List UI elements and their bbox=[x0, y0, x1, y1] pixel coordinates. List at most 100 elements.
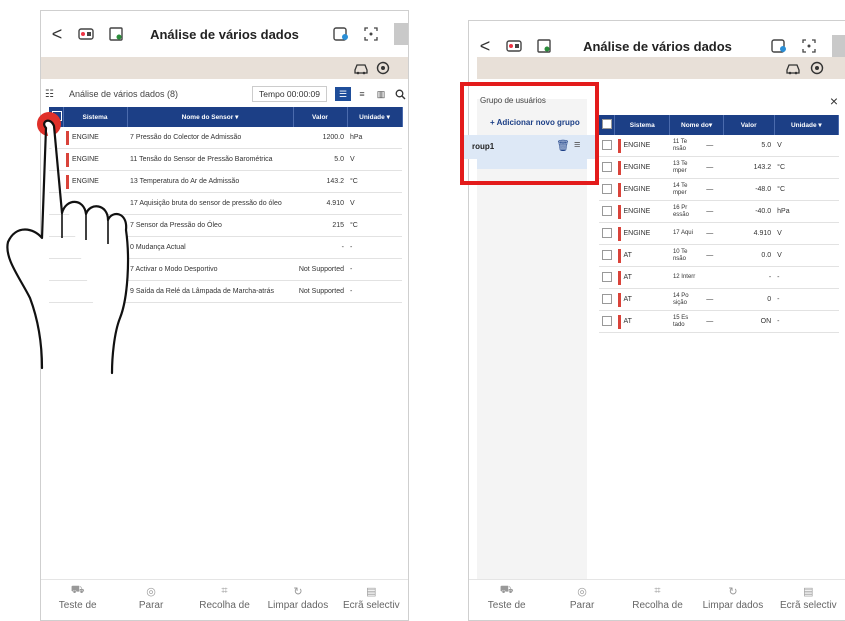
system-cell: ENGINE bbox=[614, 156, 670, 179]
screenshot-icon[interactable] bbox=[360, 24, 382, 44]
settings-icon[interactable] bbox=[809, 60, 825, 76]
nav-label: Limpar dados bbox=[267, 600, 329, 611]
table-row[interactable]: ENGINE 11 Te nsão —5.0 V bbox=[599, 135, 839, 157]
nav-label: Teste de bbox=[58, 600, 97, 611]
system-name: ENGINE bbox=[623, 142, 651, 149]
device-connect-icon[interactable] bbox=[105, 24, 127, 44]
timer-display: Tempo 00:00:09 bbox=[252, 86, 327, 102]
sensor-name-cell: 7 Activar o Modo Desportivo bbox=[127, 258, 293, 281]
column-header[interactable]: Unidade ▾ bbox=[347, 107, 403, 127]
row-checkbox[interactable] bbox=[599, 244, 615, 267]
data-count-label: Análise de vários dados (8) bbox=[69, 89, 179, 99]
nav-button[interactable]: ▤ Ecrã selectiv bbox=[335, 580, 408, 620]
data-toolbar: ☷ Análise de vários dados (8) Tempo 00:0… bbox=[41, 83, 408, 105]
column-header[interactable]: Valor bbox=[723, 115, 775, 135]
list-settings-icon[interactable]: ☷ bbox=[45, 89, 61, 100]
system-name: AT bbox=[623, 318, 632, 325]
column-header[interactable]: Valor bbox=[293, 107, 348, 127]
stop-icon: ◎ bbox=[577, 585, 587, 598]
system-cell: AT bbox=[614, 244, 670, 267]
delete-icon[interactable]: 🗑 bbox=[556, 139, 570, 152]
car-icon[interactable] bbox=[785, 60, 801, 76]
column-header[interactable]: Unidade ▾ bbox=[774, 115, 840, 135]
search-icon[interactable] bbox=[392, 87, 408, 101]
nav-button[interactable]: ⛟ Teste de bbox=[469, 580, 544, 620]
value-cell: -48.0 bbox=[723, 178, 775, 201]
back-button[interactable]: < bbox=[475, 36, 495, 57]
screen-select-icon: ▤ bbox=[803, 585, 814, 598]
value-cell: 5.0 bbox=[723, 135, 775, 157]
table-row[interactable]: AT 10 Te nsão —0.0 V bbox=[599, 244, 839, 267]
add-group-button[interactable]: + Adicionar novo grupo bbox=[490, 118, 580, 127]
back-button[interactable]: < bbox=[47, 24, 67, 45]
unit-cell: - bbox=[774, 288, 839, 311]
table-row[interactable]: ENGINE 13 Te mper —143.2 °C bbox=[599, 156, 839, 179]
table-row[interactable]: ENGINE 17 Aqui —4.910 V bbox=[599, 222, 839, 245]
table-row[interactable]: ENGINE 16 Pr essão — -40.0 hPa bbox=[599, 200, 839, 223]
column-header[interactable]: Nome do▾ bbox=[669, 115, 724, 135]
filter-icon[interactable]: ≡ bbox=[354, 87, 370, 101]
row-checkbox[interactable] bbox=[599, 200, 615, 223]
row-checkbox[interactable] bbox=[599, 178, 615, 201]
table-row[interactable]: AT 15 Es tado — ON - bbox=[599, 310, 839, 333]
table-row[interactable]: ENGINE 14 Te mper — -48.0 °C bbox=[599, 178, 839, 201]
nav-button[interactable]: ◎ Parar bbox=[544, 580, 619, 620]
system-cell: AT bbox=[614, 288, 670, 311]
info-icon[interactable] bbox=[330, 24, 352, 44]
select-all-checkbox[interactable] bbox=[599, 115, 616, 135]
device-connect-icon[interactable] bbox=[533, 36, 555, 56]
nav-button[interactable]: ⛟ Teste de bbox=[41, 580, 114, 620]
nav-button[interactable]: ◎ Parar bbox=[114, 580, 187, 620]
action-strip bbox=[41, 57, 408, 79]
vehicle-diagnostic-icon[interactable] bbox=[75, 24, 97, 44]
value-cell: 4.910 bbox=[293, 192, 347, 215]
row-checkbox[interactable] bbox=[599, 222, 615, 245]
unit-cell: V bbox=[774, 222, 839, 245]
value-cell: 1200.0 bbox=[293, 127, 347, 149]
scroll-handle[interactable] bbox=[394, 23, 408, 45]
column-header[interactable]: Nome do Sensor ▾ bbox=[127, 107, 294, 127]
table-row[interactable]: AT 12 Interr - - bbox=[599, 266, 839, 289]
car-icon[interactable] bbox=[353, 60, 369, 76]
row-checkbox[interactable] bbox=[599, 156, 615, 179]
nav-button[interactable]: ▤ Ecrã selectiv bbox=[771, 580, 845, 620]
highlight-box: Grupo de usuários + Adicionar novo grupo… bbox=[460, 82, 599, 185]
dash-cell: — bbox=[703, 222, 724, 245]
system-name: ENGINE bbox=[623, 230, 651, 237]
nav-button[interactable]: ↻ Limpar dados bbox=[695, 580, 770, 620]
row-checkbox[interactable] bbox=[599, 135, 615, 157]
dash-cell: — bbox=[703, 288, 724, 311]
row-checkbox[interactable] bbox=[599, 288, 615, 311]
vehicle-diagnostic-icon[interactable] bbox=[503, 36, 525, 56]
row-checkbox[interactable] bbox=[599, 266, 615, 289]
nav-button[interactable]: ⌗ Recolha de bbox=[620, 580, 695, 620]
nav-button[interactable]: ↻ Limpar dados bbox=[261, 580, 334, 620]
unit-cell: V bbox=[774, 244, 839, 267]
sensor-name-cell: 13 Te mper bbox=[669, 156, 704, 179]
nav-button[interactable]: ⌗ Recolha de bbox=[188, 580, 261, 620]
row-checkbox[interactable] bbox=[599, 310, 615, 333]
unit-cell: °C bbox=[347, 214, 402, 237]
settings-icon[interactable] bbox=[375, 60, 391, 76]
graph-view-icon[interactable]: ▥ bbox=[373, 87, 389, 101]
info-icon[interactable] bbox=[768, 36, 790, 56]
scroll-handle[interactable] bbox=[832, 35, 845, 57]
nav-label: Parar bbox=[569, 600, 595, 611]
value-cell: Not Supported bbox=[293, 258, 347, 281]
screenshot-icon[interactable] bbox=[798, 36, 820, 56]
group-item-row[interactable]: roup1 🗑 ≡ bbox=[464, 135, 595, 159]
car-scan-icon: ⛟ bbox=[499, 584, 514, 596]
nav-label: Ecrã selectiv bbox=[779, 600, 837, 611]
table-row[interactable]: AT 14 Po sição —0- bbox=[599, 288, 839, 311]
value-cell: 0 bbox=[723, 288, 775, 311]
system-cell: ENGINE bbox=[614, 135, 670, 157]
capture-icon: ⌗ bbox=[654, 584, 661, 597]
nav-label: Limpar dados bbox=[702, 600, 764, 611]
system-marker bbox=[617, 314, 621, 329]
list-view-icon[interactable]: ☰ bbox=[335, 87, 351, 101]
system-name: ENGINE bbox=[623, 208, 651, 215]
column-header[interactable]: Sistema bbox=[614, 115, 671, 135]
drag-handle-icon[interactable]: ≡ bbox=[574, 139, 580, 151]
value-cell: ON bbox=[723, 310, 775, 333]
close-icon[interactable]: × bbox=[830, 93, 838, 109]
